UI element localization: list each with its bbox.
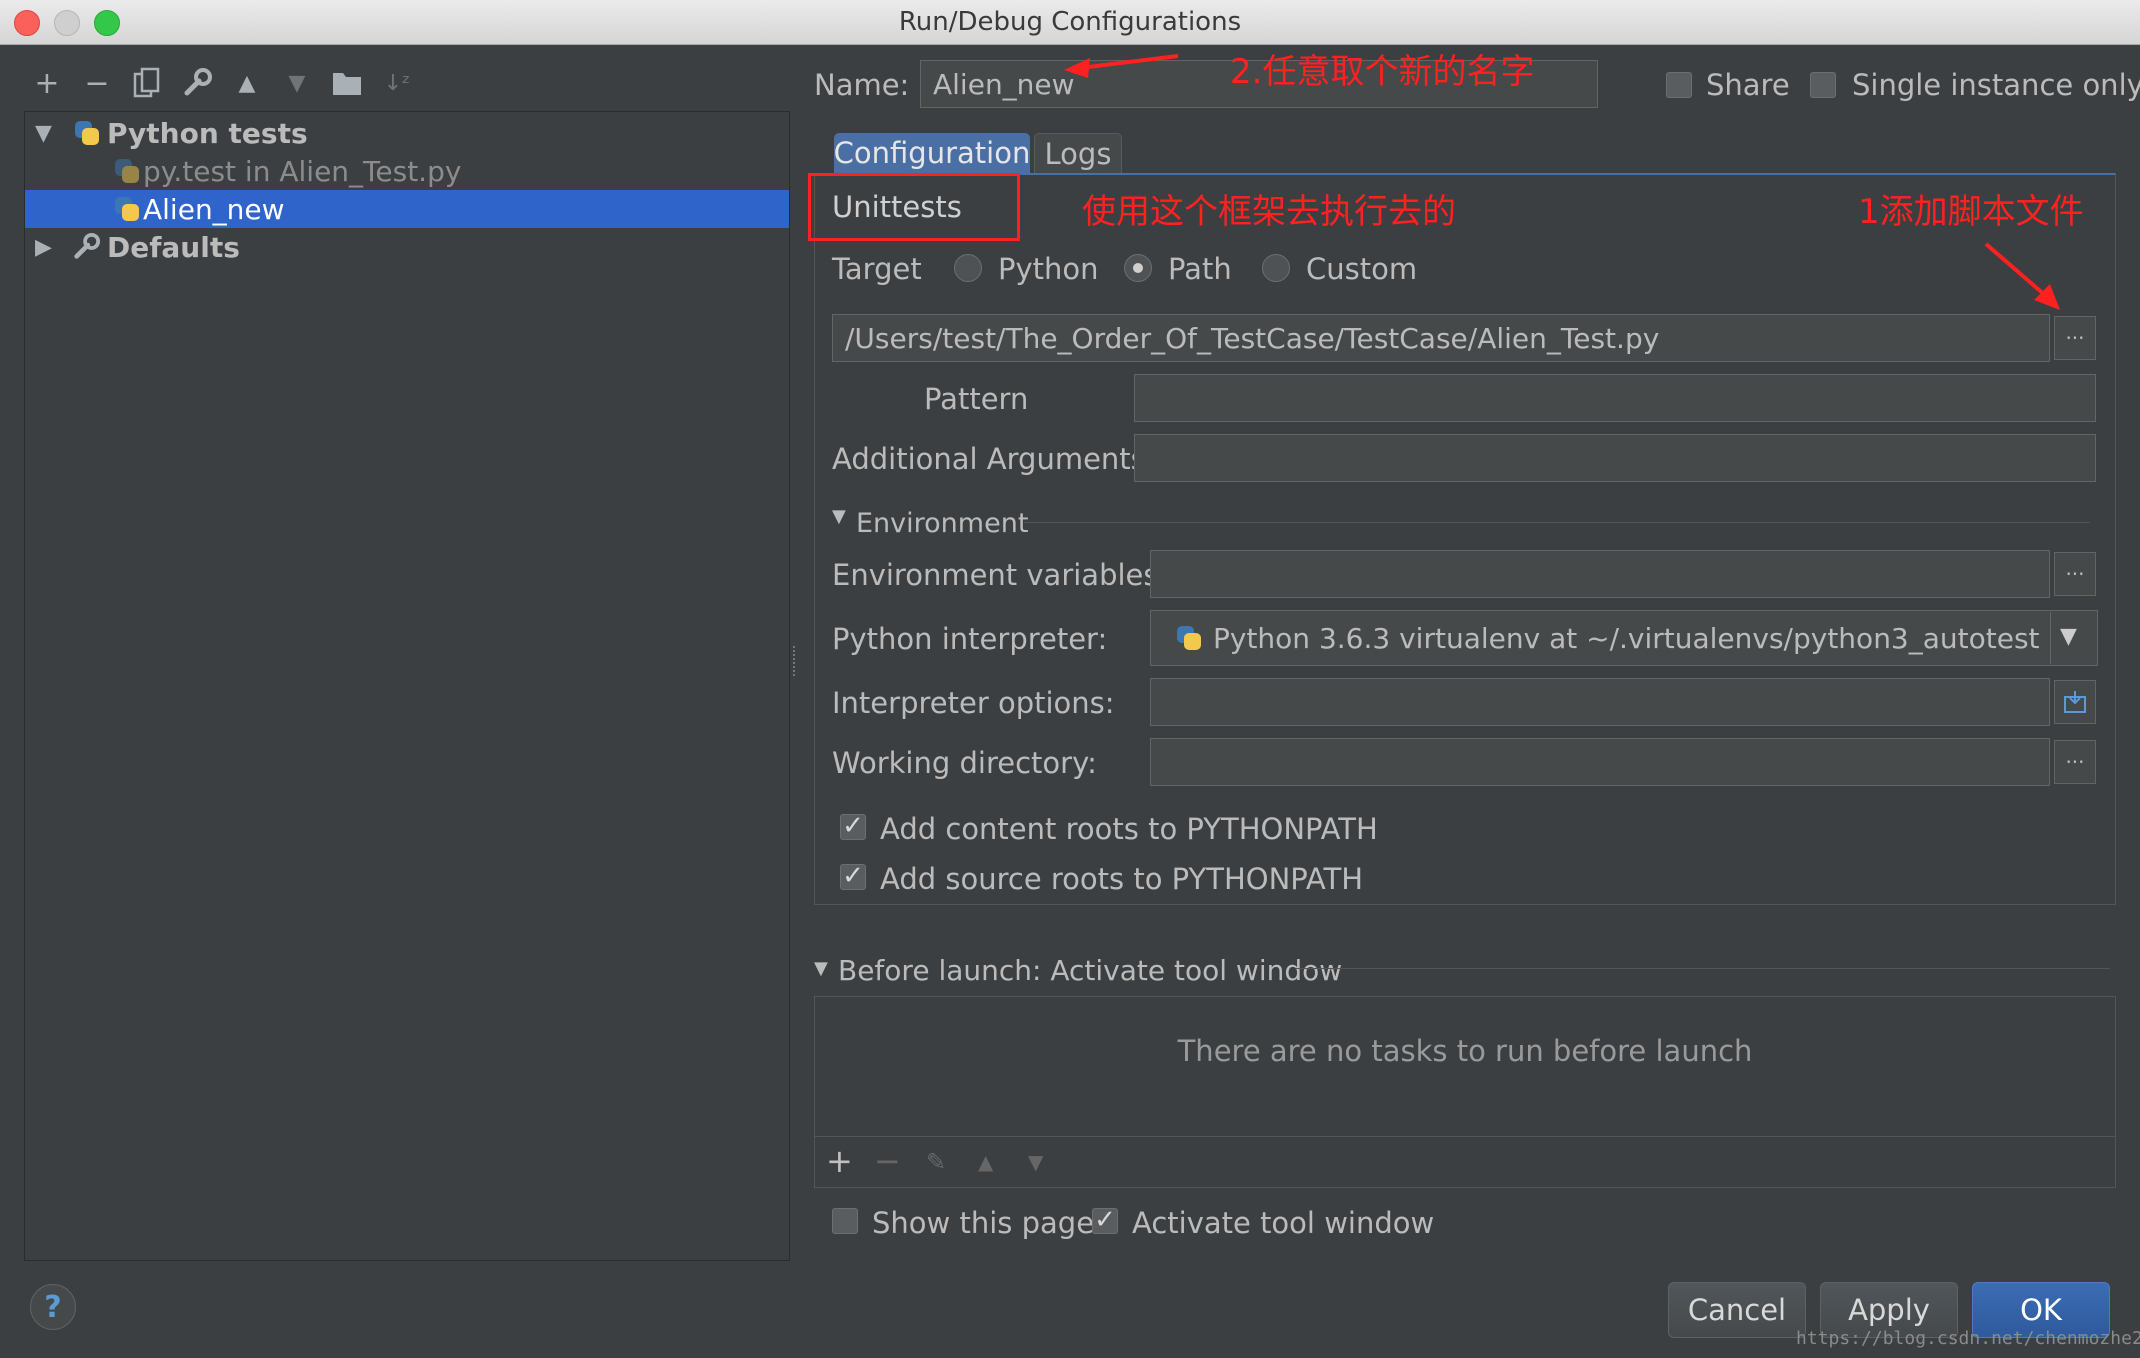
collapsed-arrow-icon[interactable]: ▶ [35, 235, 52, 260]
python-interpreter-icon [1175, 624, 1203, 652]
tree-label-pytest: py.test in Alien_Test.py [143, 154, 462, 188]
remove-task-icon[interactable]: − [874, 1142, 901, 1180]
annotation-framework: 使用这个框架去执行去的 [1082, 192, 1456, 232]
additional-args-input[interactable] [1134, 434, 2096, 482]
wrench-icon[interactable] [178, 64, 216, 102]
before-launch-empty-text: There are no tasks to run before launch [1177, 1034, 1753, 1068]
help-button[interactable]: ? [30, 1284, 76, 1330]
interpreter-options-label: Interpreter options: [832, 686, 1115, 720]
window-title: Run/Debug Configurations [898, 7, 1242, 37]
interpreter-value: Python 3.6.3 virtualenv at ~/.virtualenv… [1213, 621, 2040, 655]
expand-field-icon[interactable] [2054, 680, 2096, 724]
tab-configuration[interactable]: Configuration [834, 133, 1030, 173]
interpreter-select-divider [2050, 612, 2051, 664]
working-dir-label: Working directory: [832, 746, 1097, 780]
target-path-label: Path [1168, 252, 1232, 286]
before-launch-divider [1296, 968, 2110, 969]
title-bar: Run/Debug Configurations [0, 0, 2140, 45]
browse-path-button[interactable]: ··· [2054, 316, 2096, 360]
arrow-up-icon[interactable]: ▲ [228, 64, 266, 102]
interpreter-options-input[interactable] [1150, 678, 2050, 726]
target-label: Target [832, 252, 922, 286]
cancel-button[interactable]: Cancel [1668, 1282, 1806, 1338]
activate-tool-window-label: Activate tool window [1132, 1206, 1435, 1240]
activate-tool-window-checkbox[interactable]: ✓ [1092, 1207, 1118, 1234]
task-toolbar-divider [814, 1136, 2116, 1137]
copy-icon[interactable] [128, 64, 166, 102]
expand-arrow-icon[interactable]: ▼ [35, 121, 52, 146]
python-tests-icon [73, 119, 101, 147]
env-vars-label: Environment variables: [832, 558, 1169, 592]
show-page-checkbox[interactable] [832, 1208, 858, 1234]
section-title-unittests: Unittests [832, 190, 962, 224]
environment-label: Environment [856, 508, 1029, 539]
environment-divider [1024, 522, 2090, 523]
single-instance-label: Single instance only [1852, 68, 2140, 102]
splitter-handle[interactable] [793, 646, 799, 676]
configuration-tree[interactable]: ▼ Python tests py.test in Alien_Test.py … [24, 111, 790, 1261]
target-custom-label: Custom [1306, 252, 1418, 286]
add-task-icon[interactable]: + [826, 1142, 853, 1180]
tab-logs[interactable]: Logs [1034, 133, 1122, 173]
defaults-wrench-icon [71, 232, 101, 269]
tree-label-defaults: Defaults [107, 230, 240, 264]
move-task-up-icon[interactable]: ▲ [978, 1150, 993, 1174]
pytest-icon [113, 157, 141, 185]
before-launch-collapse-icon[interactable]: ▼ [814, 958, 828, 979]
alien-new-icon [113, 195, 141, 223]
annotation-rename: 2.任意取个新的名字 [1230, 52, 1535, 92]
tree-group-python-tests[interactable]: ▼ Python tests [25, 114, 789, 152]
environment-collapse-icon[interactable]: ▼ [832, 506, 846, 527]
tree-label-alien-new: Alien_new [143, 192, 285, 226]
minus-icon[interactable]: − [78, 64, 116, 102]
target-custom-radio[interactable] [1262, 254, 1290, 282]
plus-icon[interactable]: + [28, 64, 66, 102]
source-roots-label: Add source roots to PYTHONPATH [880, 862, 1364, 896]
tree-item-pytest[interactable]: py.test in Alien_Test.py [25, 152, 789, 190]
pattern-input[interactable] [1134, 374, 2096, 422]
env-vars-button[interactable]: ··· [2054, 552, 2096, 596]
target-python-radio[interactable] [954, 254, 982, 282]
env-vars-input[interactable] [1150, 550, 2050, 598]
content-roots-checkbox[interactable]: ✓ [840, 813, 866, 840]
chevron-down-icon[interactable]: ▼ [2060, 624, 2077, 649]
edit-task-icon[interactable]: ✎ [926, 1148, 946, 1176]
source-roots-checkbox[interactable]: ✓ [840, 863, 866, 890]
before-launch-task-list[interactable] [814, 996, 2116, 1188]
name-label: Name: [814, 68, 910, 102]
interpreter-select[interactable]: Python 3.6.3 virtualenv at ~/.virtualenv… [1150, 610, 2098, 666]
tree-label-python-tests: Python tests [107, 116, 308, 150]
move-task-down-icon[interactable]: ▼ [1028, 1150, 1043, 1174]
interpreter-label: Python interpreter: [832, 622, 1108, 656]
single-instance-checkbox[interactable] [1810, 72, 1836, 98]
tree-group-defaults[interactable]: ▶ Defaults [25, 228, 789, 266]
share-checkbox[interactable] [1666, 72, 1692, 98]
target-path-radio[interactable] [1124, 254, 1152, 282]
before-launch-title: Before launch: Activate tool window [838, 954, 1343, 987]
working-dir-input[interactable] [1150, 738, 2050, 786]
additional-args-label: Additional Arguments [832, 442, 1146, 476]
annotation-arrow-name [1064, 54, 1179, 78]
pattern-label: Pattern [924, 382, 1029, 416]
content-roots-label: Add content roots to PYTHONPATH [880, 812, 1378, 846]
share-label: Share [1706, 68, 1790, 102]
tree-item-alien-new[interactable]: Alien_new [25, 190, 789, 228]
arrow-down-icon[interactable]: ▼ [278, 64, 316, 102]
script-path-input[interactable]: /Users/test/The_Order_Of_TestCase/TestCa… [832, 314, 2050, 362]
annotation-arrow-script [1984, 242, 2060, 310]
target-python-label: Python [998, 252, 1099, 286]
annotation-add-script: 1添加脚本文件 [1858, 192, 2084, 232]
show-page-label: Show this page [872, 1206, 1095, 1240]
folder-icon[interactable] [328, 64, 366, 102]
watermark: https://blog.csdn.net/chenmozhe22 [1796, 1328, 2140, 1349]
working-dir-button[interactable]: ··· [2054, 740, 2096, 784]
sort-icon[interactable]: ↓ᶻ [378, 64, 416, 102]
